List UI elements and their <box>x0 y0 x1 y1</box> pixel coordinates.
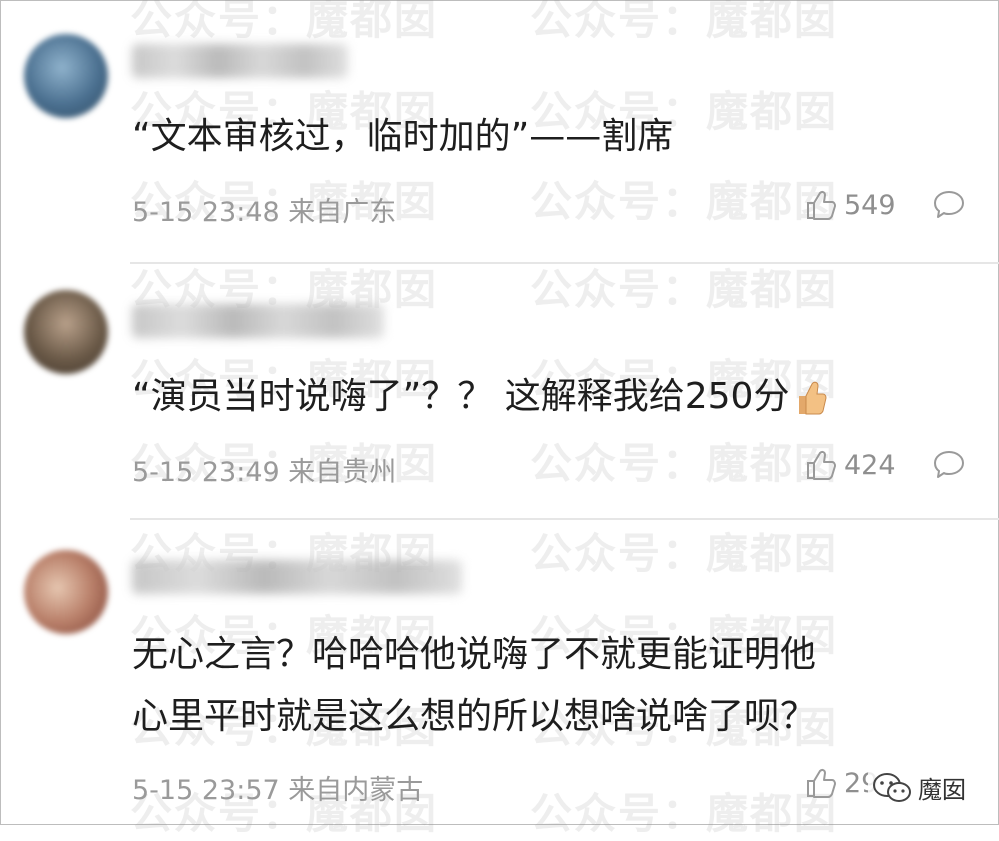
like-count: 424 <box>844 449 896 481</box>
thumbs-up-icon <box>807 450 836 480</box>
comment-meta: 5-15 23:49 来自贵州 <box>132 450 396 489</box>
comment-time: 5-15 23:57 <box>132 775 280 806</box>
comment-text: 无心之言？哈哈哈他说嗨了不就更能证明他 <box>132 634 817 675</box>
comment-meta: 5-15 23:48 来自广东 <box>132 190 396 229</box>
wechat-icon <box>873 772 911 802</box>
thumbs-up-emoji <box>799 381 827 415</box>
brand-label: 魔囡 <box>918 776 966 804</box>
comment-location: 来自内蒙古 <box>288 775 424 806</box>
thumbs-up-icon <box>807 768 836 798</box>
avatar[interactable] <box>24 290 108 374</box>
username-blurred[interactable] <box>132 304 384 338</box>
comment-time: 5-15 23:48 <box>132 197 280 228</box>
wechat-brand-badge: 魔囡 <box>868 768 972 807</box>
comment-text-content: “演员当时说嗨了”？？ 这解释我给250分 <box>132 376 790 417</box>
comment-location: 来自广东 <box>288 197 397 228</box>
avatar[interactable] <box>24 34 108 118</box>
comment-text: “文本审核过，临时加的”——割席 <box>132 116 674 157</box>
comment-text: “演员当时说嗨了”？？ 这解释我给250分 <box>132 366 827 428</box>
thumbs-up-icon <box>807 190 836 220</box>
like-count: 549 <box>844 189 896 221</box>
comment-meta: 5-15 23:57 来自内蒙古 <box>132 768 423 807</box>
comment-location: 来自贵州 <box>288 457 397 488</box>
comment-bubble-icon[interactable] <box>932 448 966 482</box>
comment-item: “演员当时说嗨了”？？ 这解释我给250分 5-15 23:49 来自贵州 42… <box>0 264 999 520</box>
comment-item: 无心之言？哈哈哈他说嗨了不就更能证明他 心里平时就是这么想的所以想啥说啥了呗？ … <box>0 520 999 825</box>
avatar[interactable] <box>24 550 108 634</box>
like-button[interactable]: 424 <box>804 448 896 482</box>
like-button[interactable]: 549 <box>804 188 896 222</box>
username-blurred[interactable] <box>132 560 462 594</box>
comment-text: 心里平时就是这么想的所以想啥说啥了呗？ <box>132 696 817 737</box>
comment-item: “文本审核过，临时加的”——割席 5-15 23:48 来自广东 549 <box>0 0 999 262</box>
comment-time: 5-15 23:49 <box>132 457 280 488</box>
username-blurred[interactable] <box>132 44 348 78</box>
comment-bubble-icon[interactable] <box>932 188 966 222</box>
